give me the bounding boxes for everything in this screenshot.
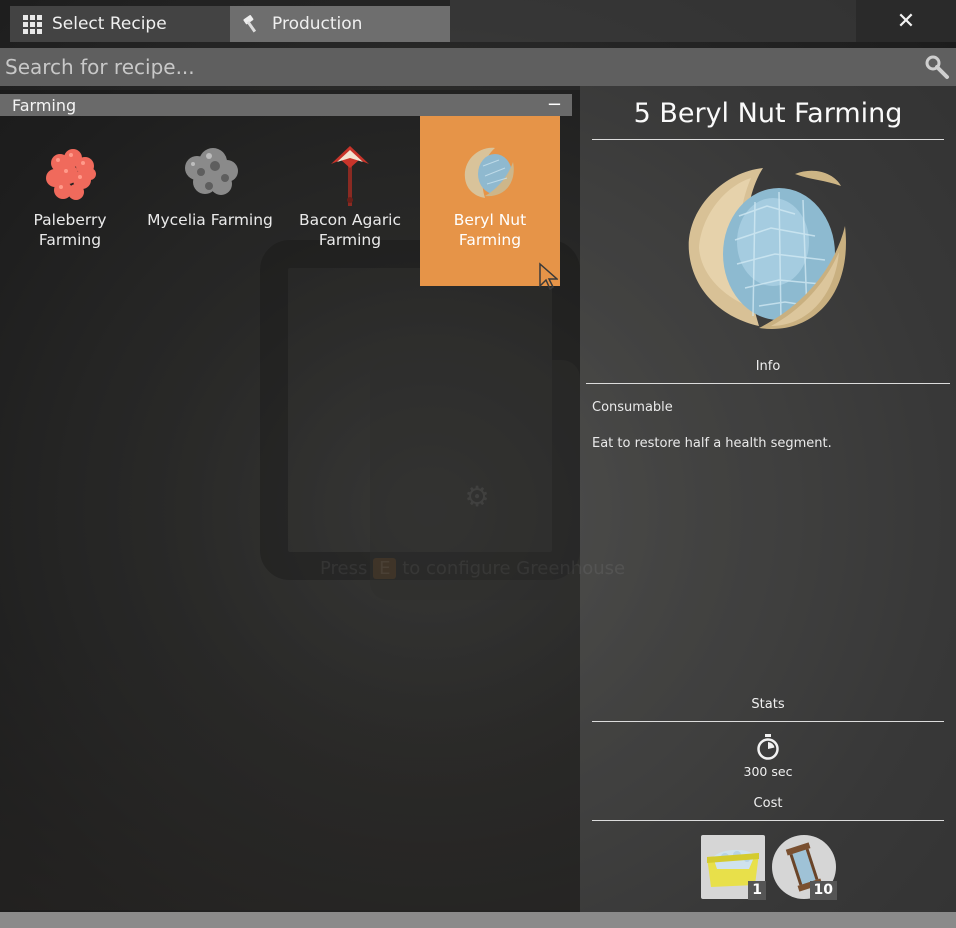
stats-section-header: Stats [592, 696, 944, 722]
cost-qty: 10 [809, 881, 837, 900]
category-label: Farming [12, 95, 77, 115]
cost-item-water-canister[interactable]: 10 [772, 835, 837, 900]
cost-section-header: Cost [592, 795, 944, 821]
recipe-title: 5 Beryl Nut Farming [592, 96, 944, 140]
tab-label: Select Recipe [52, 14, 167, 34]
recipe-label: Bacon Agaric Farming [298, 211, 402, 249]
tab-select-recipe[interactable]: Select Recipe [10, 6, 230, 42]
recipe-beryl-nut-farming[interactable]: Beryl Nut Farming [420, 116, 560, 286]
cost-item-compost-box[interactable]: 1 [701, 835, 766, 900]
recipe-detail-panel: 5 Beryl Nut Farming Info Consumable Eat … [580, 86, 956, 912]
recipe-mycelia-farming[interactable]: Mycelia Farming [140, 116, 280, 286]
grid-icon [22, 14, 42, 34]
category-header-farming[interactable]: Farming − [0, 94, 572, 116]
mycelia-icon [185, 148, 238, 195]
stopwatch-icon [757, 734, 779, 760]
recipe-bacon-agaric-farming[interactable]: Bacon Agaric Farming [280, 116, 420, 286]
recipe-paleberry-farming[interactable]: Paleberry Farming [0, 116, 140, 286]
recipe-label: Beryl Nut Farming [453, 211, 527, 249]
cost-qty: 1 [748, 881, 766, 900]
close-button[interactable]: ✕ [856, 0, 956, 42]
production-time: 300 sec [743, 764, 793, 779]
recipe-label: Paleberry Farming [33, 211, 107, 249]
info-section-header: Info [586, 358, 950, 384]
bacon-agaric-icon [331, 146, 369, 206]
tab-production[interactable]: Production [230, 6, 450, 42]
tab-label: Production [272, 14, 363, 34]
hammer-icon [242, 14, 262, 34]
tab-bar: Select Recipe Production ✕ [0, 0, 956, 45]
search-bar [0, 48, 956, 86]
item-type: Consumable [592, 400, 673, 415]
beryl-nut-large-icon [688, 168, 846, 330]
bottom-strip [0, 912, 956, 928]
collapse-icon[interactable]: − [547, 96, 562, 114]
item-description: Eat to restore half a health segment. [592, 436, 832, 451]
paleberry-icon [46, 149, 96, 200]
search-input[interactable] [0, 48, 924, 86]
close-icon: ✕ [896, 8, 916, 34]
tab-bar-spacer [450, 0, 856, 42]
beryl-nut-icon [464, 147, 514, 198]
recipe-label: Mycelia Farming [147, 211, 273, 229]
mouse-cursor-icon [539, 262, 558, 290]
recipe-list-panel: Farming − Paleberry Farming Mycelia Farm… [0, 90, 580, 912]
search-icon[interactable] [924, 54, 950, 80]
